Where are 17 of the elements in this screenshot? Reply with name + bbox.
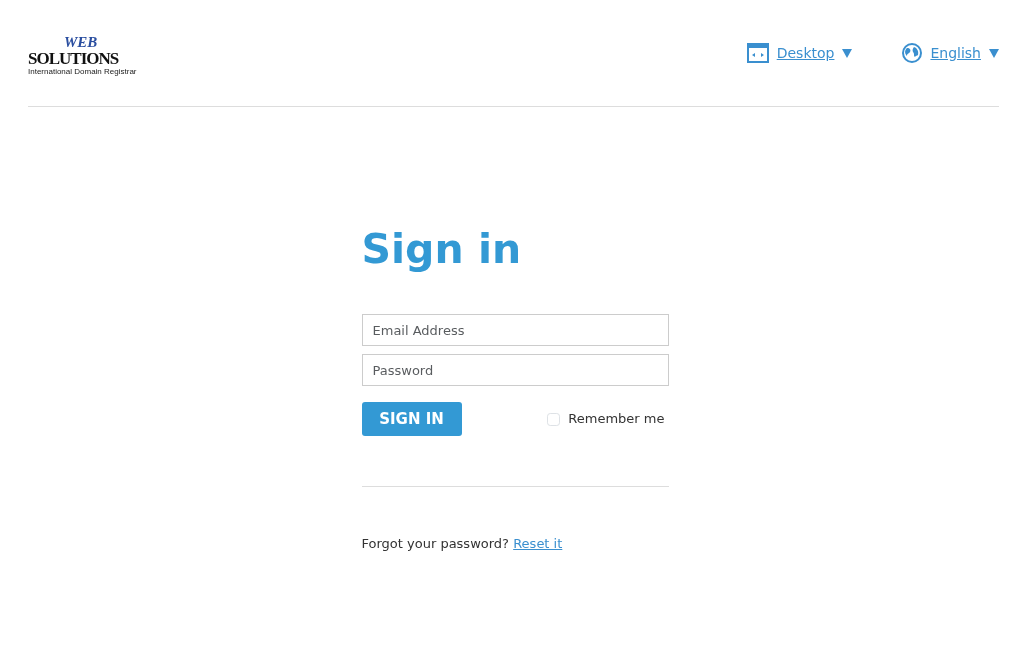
logo-text: SOLUTIONS: [28, 49, 119, 67]
language-menu[interactable]: English: [902, 42, 999, 64]
globe-icon: [902, 43, 923, 63]
window-icon: [746, 43, 769, 63]
caret-icon: [989, 48, 999, 58]
password-field[interactable]: Password: [361, 354, 669, 387]
logo-text: WEB: [64, 34, 98, 50]
remember-checkbox[interactable]: [547, 412, 561, 426]
email-field[interactable]: Email Address: [361, 314, 669, 347]
remember-label: Remember me: [568, 410, 665, 429]
reset-link[interactable]: Reset it: [513, 536, 563, 552]
page-title: Sign in: [361, 225, 523, 275]
caret-icon: [842, 48, 853, 58]
logo-tagline: International Domain Registrar: [28, 66, 137, 76]
forgot-text: Forgot your password? Reset it: [361, 535, 564, 554]
sign-in-button[interactable]: SIGN IN: [361, 402, 462, 437]
view-menu[interactable]: Desktop: [746, 42, 853, 64]
